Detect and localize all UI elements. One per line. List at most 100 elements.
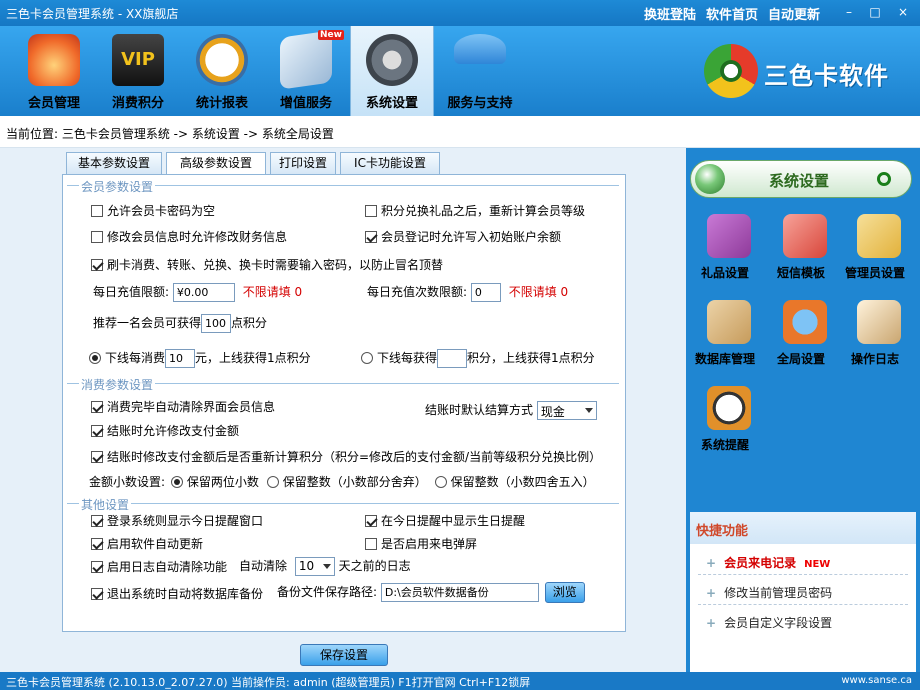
- toolbar-value-added[interactable]: New 增值服务: [266, 26, 346, 116]
- auto-update-checkbox[interactable]: 启用软件自动更新: [91, 535, 203, 552]
- switch-shift-link[interactable]: 换班登陆: [644, 4, 696, 23]
- recommend-row: 推荐一名会员可获得 100 点积分: [93, 314, 267, 333]
- status-ring-icon: [877, 172, 891, 186]
- checkbox-box[interactable]: [91, 515, 103, 527]
- member-call-records-link[interactable]: + 会员来电记录 NEW: [706, 554, 830, 571]
- checkbox-box[interactable]: [91, 561, 103, 573]
- other-settings-group: 其他设置: [67, 496, 619, 513]
- browse-button[interactable]: 浏览: [544, 582, 585, 603]
- decimal-truncate-radio[interactable]: [266, 476, 279, 488]
- recalc-level-checkbox[interactable]: 积分兑换礼品之后，重新计算会员等级: [365, 202, 585, 219]
- operation-log-button[interactable]: 操作日志: [838, 300, 912, 380]
- status-bar: 三色卡会员管理系统 (2.10.13.0_2.07.27.0) 当前操作员: a…: [0, 672, 920, 690]
- checkbox-box[interactable]: [91, 401, 103, 413]
- status-text: 三色卡会员管理系统 (2.10.13.0_2.07.27.0) 当前操作员: a…: [6, 676, 531, 689]
- green-orb-icon: [695, 164, 725, 194]
- toolbar-statistics[interactable]: 统计报表: [182, 26, 262, 116]
- database-management-button[interactable]: 数据库管理: [688, 300, 762, 380]
- decimal-two-places-radio[interactable]: [170, 476, 183, 488]
- system-reminder-button[interactable]: 系统提醒: [688, 386, 762, 466]
- checkbox-box[interactable]: [365, 515, 377, 527]
- gear-settings-icon: [366, 34, 418, 86]
- database-icon: [707, 300, 751, 344]
- unlimited-note: 不限请填 0: [242, 285, 303, 299]
- icon-label: 管理员设置: [844, 266, 905, 280]
- toolbar-member-management[interactable]: 会员管理: [14, 26, 94, 116]
- recommend-points-input[interactable]: 100: [201, 314, 232, 333]
- sms-template-icon: [783, 214, 827, 258]
- checkbox-box[interactable]: [91, 538, 103, 550]
- daily-count-input[interactable]: 0: [470, 283, 501, 302]
- checkbox-box[interactable]: [91, 588, 103, 600]
- save-settings-button[interactable]: 保存设置: [300, 644, 388, 666]
- call-popup-checkbox[interactable]: 是否启用来电弹屏: [365, 535, 477, 552]
- quick-functions: 快捷功能 + 会员来电记录 NEW + 修改当前管理员密码 + 会员自定义字段设置: [690, 512, 916, 672]
- sms-template-button[interactable]: 短信模板: [764, 214, 838, 294]
- consume-ratio-input[interactable]: 10: [165, 349, 196, 368]
- custom-fields-link[interactable]: + 会员自定义字段设置: [706, 614, 832, 631]
- allow-empty-pwd-checkbox[interactable]: 允许会员卡密码为空: [91, 202, 215, 219]
- tab-ic-card-settings[interactable]: IC卡功能设置: [340, 152, 440, 174]
- admin-settings-button[interactable]: 管理员设置: [838, 214, 912, 294]
- consume-ratio-radio[interactable]: 下线每消费 10 元，上线获得1点积分: [89, 349, 311, 368]
- minimize-icon[interactable]: –: [840, 4, 858, 20]
- recalc-points-checkbox[interactable]: 结账时修改支付金额后是否重新计算积分（积分=修改后的支付金额/当前等级积分兑换比…: [91, 448, 601, 465]
- decimal-round-radio[interactable]: [434, 476, 447, 488]
- checkbox-box[interactable]: [91, 205, 103, 217]
- daily-count-label: 每日充值次数限额:: [367, 285, 468, 299]
- show-reminder-checkbox[interactable]: 登录系统则显示今日提醒窗口: [91, 512, 263, 529]
- radio-button[interactable]: [89, 352, 101, 364]
- allow-edit-finance-checkbox[interactable]: 修改会员信息时允许修改财务信息: [91, 228, 287, 245]
- daily-limit-input[interactable]: ¥0.00: [172, 283, 235, 302]
- points-ratio-input[interactable]: [437, 349, 468, 368]
- breadcrumb: 当前位置: 三色卡会员管理系统 -> 系统设置 -> 系统全局设置: [0, 116, 920, 148]
- checkbox-box[interactable]: [91, 231, 103, 243]
- points-ratio-radio[interactable]: 下线每获得 积分，上线获得1点积分: [361, 349, 595, 368]
- checkbox-box[interactable]: [365, 538, 377, 550]
- auto-backup-checkbox[interactable]: 退出系统时自动将数据库备份: [91, 585, 263, 602]
- members-balloon-icon: [28, 34, 80, 86]
- homepage-link[interactable]: 软件首页: [706, 4, 758, 23]
- log-auto-clear-checkbox[interactable]: 启用日志自动清除功能: [91, 558, 227, 575]
- auto-clear-label: 自动清除: [239, 559, 288, 573]
- window-title: 三色卡会员管理系统 - XX旗舰店: [6, 7, 179, 21]
- require-pwd-checkbox[interactable]: 刷卡消费、转账、兑换、换卡时需要输入密码，以防止冒名顶替: [91, 256, 443, 273]
- side-title: 系统设置: [769, 172, 830, 190]
- member-params-group: 会员参数设置: [67, 178, 619, 195]
- toolbar-consume-points[interactable]: VIP 消费积分: [98, 26, 178, 116]
- checkbox-box[interactable]: [365, 205, 377, 217]
- settle-method-select[interactable]: 现金: [536, 401, 597, 420]
- toolbar-label: 消费积分: [111, 96, 164, 111]
- gift-settings-button[interactable]: 礼品设置: [688, 214, 762, 294]
- toolbar-system-settings[interactable]: 系统设置: [350, 26, 434, 116]
- birthday-reminder-checkbox[interactable]: 在今日提醒中显示生日提醒: [365, 512, 525, 529]
- checkbox-box[interactable]: [91, 425, 103, 437]
- global-settings-icon: [783, 300, 827, 344]
- quick-item-label: 会员来电记录: [724, 556, 797, 570]
- auto-update-link[interactable]: 自动更新: [768, 4, 820, 23]
- decimal-label: 金额小数设置:: [89, 475, 166, 489]
- chevron-down-icon: [584, 408, 593, 413]
- change-admin-password-link[interactable]: + 修改当前管理员密码: [706, 584, 832, 601]
- global-settings-button[interactable]: 全局设置: [764, 300, 838, 380]
- checkbox-box[interactable]: [365, 231, 377, 243]
- allow-edit-amount-checkbox[interactable]: 结账时允许修改支付金额: [91, 422, 239, 439]
- backup-path-input[interactable]: D:\会员软件数据备份: [380, 583, 539, 602]
- radio-button[interactable]: [361, 352, 373, 364]
- tab-basic-params[interactable]: 基本参数设置: [66, 152, 162, 174]
- auto-clear-row: 自动清除 10 天之前的日志: [239, 557, 411, 576]
- maximize-icon[interactable]: □: [866, 4, 884, 20]
- checkbox-box[interactable]: [91, 451, 103, 463]
- advanced-params-panel: 会员参数设置 允许会员卡密码为空 积分兑换礼品之后，重新计算会员等级 修改会员信…: [62, 174, 626, 632]
- tab-print-settings[interactable]: 打印设置: [270, 152, 336, 174]
- auto-clear-days-select[interactable]: 10: [294, 557, 335, 576]
- allow-init-balance-checkbox[interactable]: 会员登记时允许写入初始账户余额: [365, 228, 561, 245]
- tab-advanced-params[interactable]: 高级参数设置: [166, 152, 266, 175]
- toolbar-service-support[interactable]: 服务与支持: [440, 26, 520, 116]
- new-badge: NEW: [804, 559, 831, 570]
- checkbox-box[interactable]: [91, 259, 103, 271]
- icon-label: 全局设置: [776, 352, 825, 366]
- close-icon[interactable]: ×: [894, 4, 912, 20]
- clear-after-consume-checkbox[interactable]: 消费完毕自动清除界面会员信息: [91, 398, 275, 415]
- system-settings-banner: 系统设置: [690, 160, 912, 198]
